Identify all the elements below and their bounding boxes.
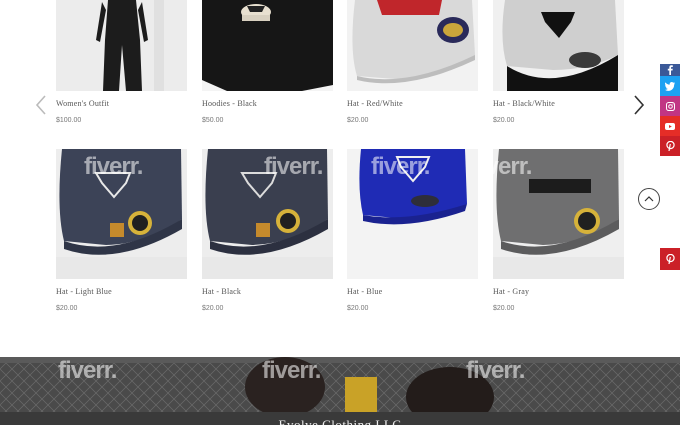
- product-name[interactable]: Hat - Red/White: [347, 99, 403, 108]
- carousel-prev-arrow-icon[interactable]: [34, 94, 48, 116]
- instagram-icon[interactable]: [660, 96, 680, 116]
- footer-brand-title: Evolve Clothing LLC: [278, 417, 402, 425]
- product-price: $50.00: [202, 117, 224, 124]
- product-image[interactable]: [493, 0, 624, 91]
- product-name[interactable]: Hat - Black/White: [493, 99, 555, 108]
- pinterest-icon[interactable]: [660, 136, 680, 156]
- carousel-next-arrow-icon[interactable]: [632, 94, 646, 116]
- product-name[interactable]: Hat - Light Blue: [56, 287, 112, 296]
- product-price: $20.00: [493, 117, 515, 124]
- product-name[interactable]: Hat - Gray: [493, 287, 529, 296]
- product-card[interactable]: fiverr. Hat - Blue $20.00: [347, 149, 478, 312]
- pinterest-save-button[interactable]: [660, 248, 680, 270]
- scroll-to-top-button[interactable]: [638, 188, 660, 210]
- product-name[interactable]: Hat - Blue: [347, 287, 382, 296]
- watermark: fiverr.: [493, 153, 532, 180]
- watermark: fiverr.: [58, 357, 117, 384]
- product-image[interactable]: [202, 0, 333, 91]
- social-share-bar: [660, 64, 680, 156]
- product-image[interactable]: fiverr.: [493, 149, 624, 279]
- product-name[interactable]: Women's Outfit: [56, 99, 109, 108]
- product-name[interactable]: Hat - Black: [202, 287, 241, 296]
- pinterest-icon: [665, 254, 675, 264]
- product-price: $20.00: [347, 117, 369, 124]
- facebook-icon[interactable]: [660, 64, 680, 76]
- product-image[interactable]: [56, 0, 187, 91]
- product-card[interactable]: fiverr. Hat - Light Blue $20.00: [56, 149, 187, 312]
- watermark: fiverr.: [264, 153, 323, 180]
- product-name[interactable]: Hoodies - Black: [202, 99, 257, 108]
- product-price: $20.00: [56, 305, 78, 312]
- youtube-icon[interactable]: [660, 116, 680, 136]
- product-price: $20.00: [347, 305, 369, 312]
- footer-banner: fiverr. fiverr. fiverr. Evolve Clothing …: [0, 357, 680, 425]
- shop-page: Women's Outfit $100.00 Hoodies - Black $…: [0, 0, 680, 425]
- watermark: fiverr.: [466, 357, 525, 384]
- watermark: fiverr.: [262, 357, 321, 384]
- product-image[interactable]: fiverr.: [56, 149, 187, 279]
- watermark: fiverr.: [84, 153, 143, 180]
- product-card[interactable]: fiverr. Hat - Gray $20.00: [493, 149, 624, 312]
- product-image[interactable]: fiverr.: [347, 149, 478, 279]
- product-price: $20.00: [493, 305, 515, 312]
- watermark: fiverr.: [371, 153, 430, 180]
- product-price: $100.00: [56, 117, 82, 124]
- twitter-icon[interactable]: [660, 76, 680, 96]
- product-price: $20.00: [202, 305, 224, 312]
- product-card[interactable]: fiverr. Hat - Black $20.00: [202, 149, 333, 312]
- product-image[interactable]: [347, 0, 478, 91]
- product-image[interactable]: fiverr.: [202, 149, 333, 279]
- chevron-up-icon: [644, 196, 654, 202]
